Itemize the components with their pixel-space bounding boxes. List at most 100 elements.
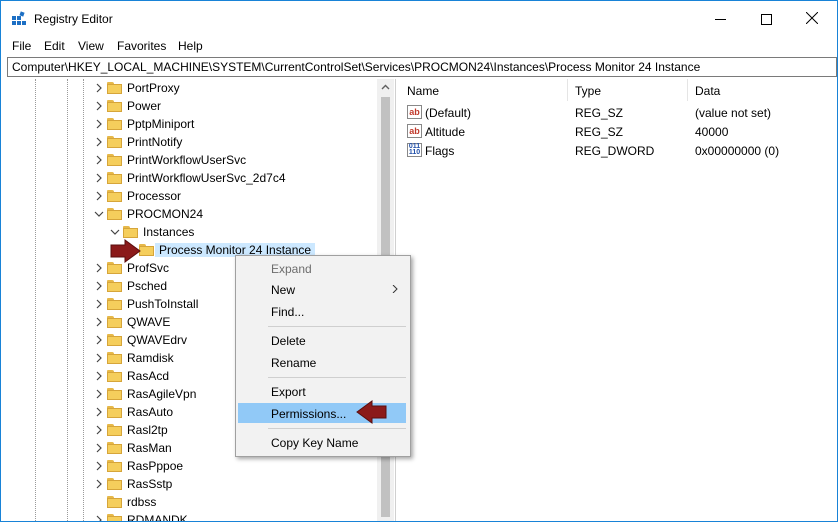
value-row[interactable]: 011 110 Flags REG_DWORD 0x00000000 (0): [399, 141, 837, 160]
folder-icon: [107, 477, 123, 490]
tree-item[interactable]: RasPppoe: [93, 457, 373, 475]
folder-icon: [107, 171, 123, 184]
tree-item-label: PortProxy: [127, 81, 180, 95]
context-item-export[interactable]: Export: [238, 381, 406, 401]
tree-item[interactable]: PortProxy: [93, 79, 373, 97]
address-path: Computer\HKEY_LOCAL_MACHINE\SYSTEM\Curre…: [12, 60, 701, 74]
value-type: REG_DWORD: [575, 144, 655, 158]
chevron-right-icon[interactable]: [93, 172, 105, 184]
chevron-down-icon[interactable]: [93, 208, 105, 220]
tree-item[interactable]: rdbss: [93, 493, 373, 511]
chevron-right-icon[interactable]: [93, 514, 105, 521]
chevron-right-icon[interactable]: [93, 478, 105, 490]
title-bar[interactable]: Registry Editor: [1, 1, 837, 37]
value-type: REG_SZ: [575, 106, 624, 120]
value-data: 40000: [695, 125, 729, 139]
context-item-new[interactable]: New: [238, 279, 406, 299]
value-row[interactable]: ab (Default) REG_SZ (value not set): [399, 103, 837, 122]
registry-editor-icon: [12, 11, 26, 25]
tree-item-label: RasSstp: [127, 477, 173, 491]
tree-item-label: RasAcd: [127, 369, 170, 383]
maximize-icon: [761, 14, 772, 25]
chevron-right-icon[interactable]: [93, 460, 105, 472]
folder-icon: [107, 387, 123, 400]
folder-icon: [107, 279, 123, 292]
value-data: (value not set): [695, 106, 772, 120]
tree-item-label: PushToInstall: [127, 297, 199, 311]
chevron-right-icon[interactable]: [93, 370, 105, 382]
column-header-name[interactable]: Name: [399, 79, 568, 101]
chevron-right-icon[interactable]: [93, 154, 105, 166]
chevron-right-icon[interactable]: [93, 82, 105, 94]
chevron-down-icon[interactable]: [109, 226, 121, 238]
context-separator: [268, 326, 406, 327]
folder-icon: [107, 297, 123, 310]
menu-bar: File Edit View Favorites Help: [1, 37, 837, 55]
tree-item-label: RasMan: [127, 441, 172, 455]
chevron-right-icon[interactable]: [93, 388, 105, 400]
folder-icon: [107, 207, 123, 220]
folder-icon: [107, 405, 123, 418]
context-item-expand[interactable]: Expand: [238, 258, 406, 278]
folder-icon: [107, 189, 123, 202]
folder-icon: [107, 441, 123, 454]
menu-edit[interactable]: Edit: [44, 39, 65, 53]
chevron-right-icon[interactable]: [93, 262, 105, 274]
value-name: (Default): [425, 106, 472, 120]
menu-help[interactable]: Help: [178, 39, 203, 53]
chevron-right-icon[interactable]: [93, 406, 105, 418]
maximize-button[interactable]: [743, 1, 789, 37]
menu-file[interactable]: File: [12, 39, 31, 53]
tree-item-label: QWAVE: [127, 315, 171, 329]
chevron-right-icon[interactable]: [93, 424, 105, 436]
tree-guide-line: [83, 79, 84, 521]
context-item-delete[interactable]: Delete: [238, 330, 406, 350]
menu-view[interactable]: View: [78, 39, 104, 53]
folder-icon: [107, 315, 123, 328]
scroll-up-icon[interactable]: [377, 79, 394, 96]
address-bar[interactable]: Computer\HKEY_LOCAL_MACHINE\SYSTEM\Curre…: [7, 57, 837, 77]
chevron-right-icon[interactable]: [93, 298, 105, 310]
tree-item[interactable]: PROCMON24: [93, 205, 373, 223]
chevron-right-icon[interactable]: [93, 190, 105, 202]
chevron-right-icon[interactable]: [93, 100, 105, 112]
folder-icon: [107, 351, 123, 364]
tree-item[interactable]: PrintWorkflowUserSvc_2d7c4: [93, 169, 373, 187]
tree-item-label: Ramdisk: [127, 351, 174, 365]
column-header-data[interactable]: Data: [687, 79, 835, 101]
chevron-right-icon[interactable]: [93, 334, 105, 346]
chevron-right-icon[interactable]: [93, 280, 105, 292]
tree-item-label: ProfSvc: [127, 261, 170, 275]
value-row[interactable]: ab Altitude REG_SZ 40000: [399, 122, 837, 141]
folder-icon: [107, 369, 123, 382]
minimize-button[interactable]: [697, 1, 743, 37]
chevron-right-icon[interactable]: [93, 352, 105, 364]
tree-item[interactable]: PptpMiniport: [93, 115, 373, 133]
tree-item[interactable]: Processor: [93, 187, 373, 205]
tree-guide-line: [67, 79, 68, 521]
tree-item[interactable]: Power: [93, 97, 373, 115]
chevron-right-icon[interactable]: [93, 136, 105, 148]
tree-item[interactable]: RDMANDK: [93, 511, 373, 521]
context-item-rename[interactable]: Rename: [238, 352, 406, 372]
tree-item[interactable]: PrintWorkflowUserSvc: [93, 151, 373, 169]
close-button[interactable]: [789, 1, 835, 37]
tree-item-label: RasAgileVpn: [127, 387, 197, 401]
menu-favorites[interactable]: Favorites: [117, 39, 166, 53]
values-pane[interactable]: Name Type Data ab (Default) REG_SZ (valu…: [399, 79, 837, 521]
tree-item-label: QWAVEdrv: [127, 333, 188, 347]
registry-editor-window: Registry Editor File Edit View Favorites…: [0, 0, 838, 522]
tree-item[interactable]: Instances: [109, 223, 389, 241]
string-value-icon: ab: [407, 105, 422, 119]
tree-item[interactable]: RasSstp: [93, 475, 373, 493]
chevron-right-icon[interactable]: [93, 316, 105, 328]
chevron-right-icon[interactable]: [93, 442, 105, 454]
chevron-right-icon: [392, 285, 398, 293]
context-item-find[interactable]: Find...: [238, 301, 406, 321]
chevron-right-icon[interactable]: [93, 118, 105, 130]
tree-item-label: PrintNotify: [127, 135, 183, 149]
context-item-copy-key-name[interactable]: Copy Key Name: [238, 432, 406, 452]
column-header-type[interactable]: Type: [567, 79, 688, 101]
folder-icon: [107, 99, 123, 112]
tree-item[interactable]: PrintNotify: [93, 133, 373, 151]
